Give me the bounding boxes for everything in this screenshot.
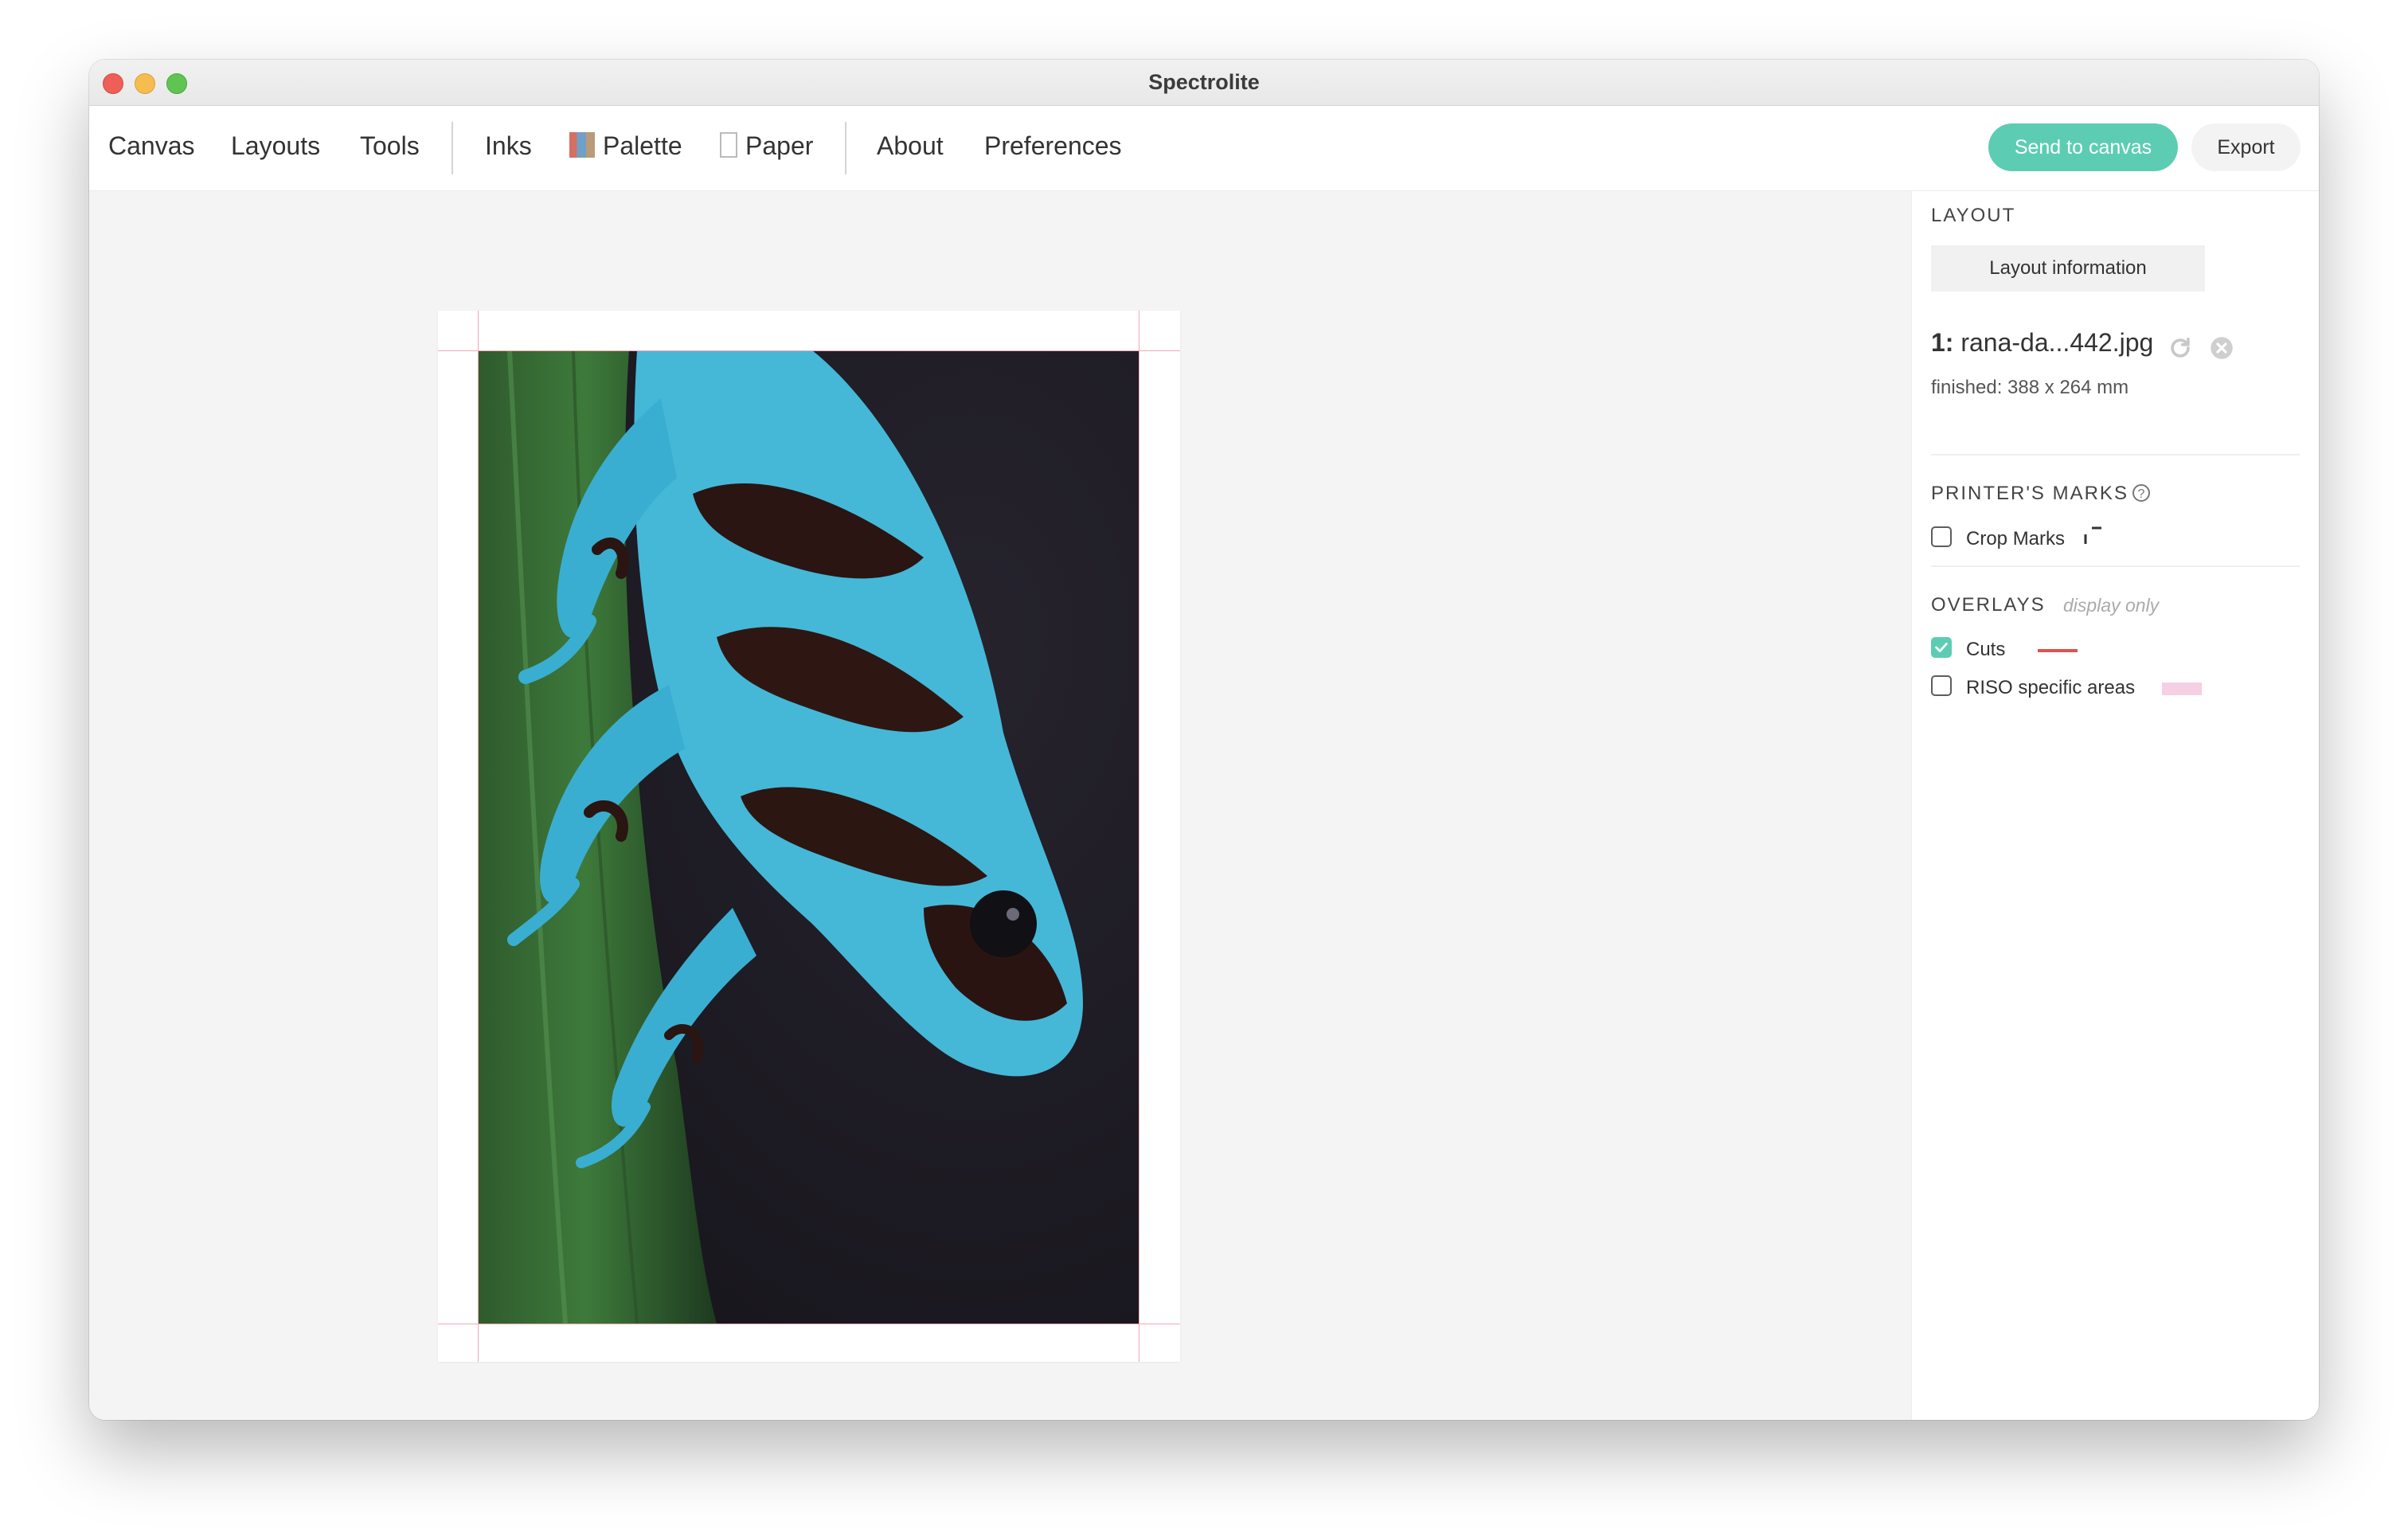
- layout-information-button[interactable]: Layout information: [1931, 245, 2205, 291]
- refresh-icon[interactable]: [2167, 334, 2194, 362]
- menu-divider: [845, 122, 846, 174]
- layout-sidebar: LAYOUT Layout information 1: rana-da...4…: [1911, 191, 2319, 1420]
- cuts-color-swatch: [2038, 649, 2078, 652]
- remove-icon[interactable]: [2210, 336, 2234, 360]
- crop-marks-label: Crop Marks: [1966, 528, 2066, 549]
- riso-color-swatch: [2162, 682, 2202, 695]
- overlays-hint: display only: [2063, 595, 2160, 616]
- export-button[interactable]: Export: [2191, 123, 2300, 171]
- menu-palette-label: Palette: [603, 131, 682, 160]
- frog-photo[interactable]: [478, 350, 1139, 1324]
- menu-canvas[interactable]: Canvas: [108, 131, 195, 161]
- menu-paper-label: Paper: [745, 131, 814, 160]
- palette-swatch-icon: [569, 132, 595, 158]
- crop-marks-checkbox[interactable]: [1931, 526, 1952, 547]
- riso-areas-label: RISO specific areas: [1966, 677, 2136, 698]
- printers-marks-title: PRINTER'S MARKS: [1931, 483, 2128, 504]
- riso-areas-checkbox[interactable]: [1931, 675, 1952, 696]
- title-bar: Spectrolite: [89, 60, 2319, 106]
- check-icon: [1935, 643, 1948, 652]
- layout-section-title: LAYOUT: [1931, 205, 2016, 226]
- app-window: Spectrolite Canvas Layouts Tools Inks Pa…: [89, 60, 2319, 1420]
- menu-bar: Canvas Layouts Tools Inks Palette Paper …: [89, 106, 2319, 191]
- menu-palette[interactable]: Palette: [569, 131, 682, 161]
- cut-guide: [438, 350, 1180, 351]
- cut-guide: [478, 311, 479, 1362]
- overlays-title: OVERLAYS: [1931, 594, 2046, 616]
- crop-mark-icon: [2084, 526, 2101, 544]
- cuts-label: Cuts: [1966, 639, 2006, 660]
- menu-about[interactable]: About: [877, 131, 944, 161]
- file-name: rana-da...442.jpg: [1960, 328, 2154, 357]
- paper-sheet: [438, 311, 1180, 1362]
- window-title: Spectrolite: [1148, 70, 1260, 94]
- finished-size: finished: 388 x 264 mm: [1931, 377, 2129, 398]
- section-divider: [1931, 565, 2300, 567]
- canvas-area[interactable]: [89, 191, 1911, 1420]
- menu-paper[interactable]: Paper: [720, 131, 813, 161]
- cut-guide: [1139, 311, 1140, 1362]
- help-icon[interactable]: ?: [2132, 484, 2150, 502]
- file-index: 1:: [1931, 328, 1954, 357]
- frog-photo-image: [478, 350, 1139, 1324]
- section-divider: [1931, 454, 2300, 456]
- cuts-checkbox[interactable]: [1931, 637, 1952, 658]
- menu-layouts[interactable]: Layouts: [231, 131, 320, 161]
- menu-preferences[interactable]: Preferences: [984, 131, 1122, 161]
- menu-inks[interactable]: Inks: [485, 131, 532, 161]
- file-entry: 1: rana-da...442.jpg: [1931, 328, 2153, 358]
- menu-divider: [452, 122, 453, 174]
- send-to-canvas-button[interactable]: Send to canvas: [1988, 123, 2178, 171]
- menu-tools[interactable]: Tools: [360, 131, 420, 161]
- paper-swatch-icon: [720, 132, 737, 158]
